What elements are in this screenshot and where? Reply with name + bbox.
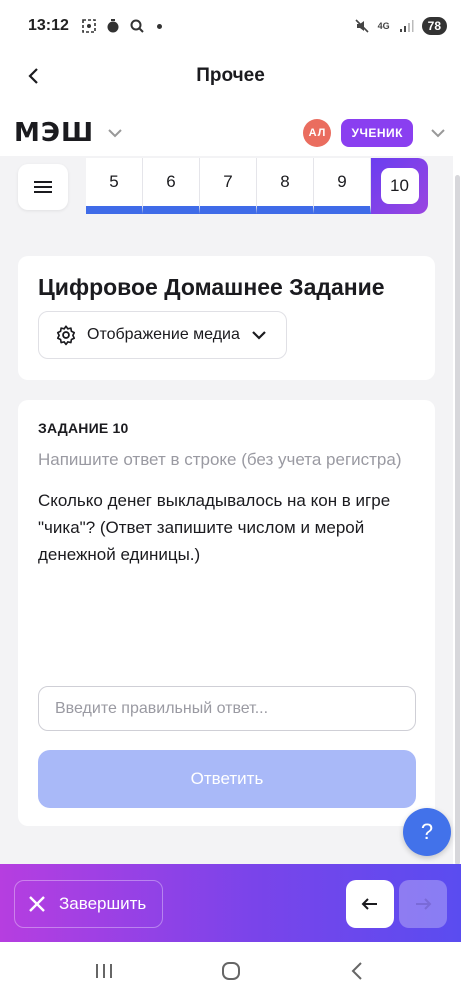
task-card: ЗАДАНИЕ 10 Напишите ответ в строке (без … <box>18 400 435 826</box>
answer-input[interactable] <box>38 686 416 731</box>
next-task-button[interactable] <box>399 880 447 928</box>
avatar[interactable]: АЛ <box>303 119 332 147</box>
chevron-down-icon[interactable] <box>106 124 124 142</box>
status-left-icons <box>81 18 162 34</box>
task-question: Сколько денег выкладывалось на кон в игр… <box>38 491 391 564</box>
submit-answer-button[interactable]: Ответить <box>38 750 416 808</box>
task-label: ЗАДАНИЕ 10 <box>38 420 129 436</box>
finish-button[interactable]: Завершить <box>14 880 163 928</box>
task-number-7[interactable]: 7 <box>200 158 257 214</box>
scrollbar[interactable] <box>455 175 460 865</box>
home-icon <box>221 962 240 980</box>
user-area: АЛ УЧЕНИК <box>303 119 447 147</box>
back-icon <box>351 962 362 980</box>
bottom-action-bar: Завершить <box>0 864 461 942</box>
status-time: 13:12 <box>28 17 69 34</box>
task-number-8[interactable]: 8 <box>257 158 314 214</box>
task-number-5[interactable]: 5 <box>86 158 143 214</box>
battery-indicator: 78 <box>421 17 447 35</box>
arrow-left-icon <box>361 898 377 910</box>
screenshot-icon <box>82 19 96 33</box>
task-number-10-active[interactable]: 10 <box>371 158 428 214</box>
notification-dot-icon <box>156 23 162 29</box>
network-type: 4G <box>377 21 390 31</box>
task-navigator: 5 6 7 8 9 10 <box>86 158 428 214</box>
status-bar: 13:12 4G 78 <box>0 0 461 52</box>
media-display-button[interactable]: Отображение медиа <box>38 311 287 359</box>
hamburger-icon <box>34 181 52 193</box>
search-icon <box>130 19 144 33</box>
system-nav-bar <box>0 942 461 1000</box>
menu-button[interactable] <box>18 164 68 210</box>
media-button-label: Отображение медиа <box>87 326 240 343</box>
mute-icon <box>355 19 369 33</box>
recent-apps-icon <box>95 964 112 978</box>
chevron-down-icon <box>252 331 266 340</box>
task-number-9[interactable]: 9 <box>314 158 371 214</box>
recent-apps-button[interactable] <box>74 951 134 991</box>
arrow-right-icon <box>416 898 432 910</box>
home-button[interactable] <box>201 951 261 991</box>
status-right-icons: 4G 78 <box>354 17 447 35</box>
signal-icon <box>399 20 414 32</box>
timer-icon <box>107 19 119 33</box>
assignment-title: Цифровое Домашнее Задание <box>38 274 385 300</box>
brand-logo[interactable]: МЭШ <box>14 118 94 148</box>
chevron-left-icon <box>28 68 38 84</box>
back-button[interactable] <box>18 60 50 92</box>
close-icon <box>29 896 45 912</box>
help-button[interactable]: ? <box>403 808 451 856</box>
assignment-card: Цифровое Домашнее Задание Отображение ме… <box>18 256 435 380</box>
task-hint: Напишите ответ в строке (без учета регис… <box>38 450 402 469</box>
active-task-label: 10 <box>380 168 419 204</box>
role-badge[interactable]: УЧЕНИК <box>341 119 413 147</box>
page-title: Прочее <box>196 65 265 86</box>
task-number-6[interactable]: 6 <box>143 158 200 214</box>
brand-row: МЭШ АЛ УЧЕНИК <box>0 110 461 156</box>
previous-task-button[interactable] <box>346 880 394 928</box>
chevron-down-icon[interactable] <box>429 124 447 142</box>
system-back-button[interactable] <box>328 951 388 991</box>
gear-icon <box>56 325 76 346</box>
finish-label: Завершить <box>59 894 147 913</box>
app-header: Прочее <box>0 52 461 100</box>
